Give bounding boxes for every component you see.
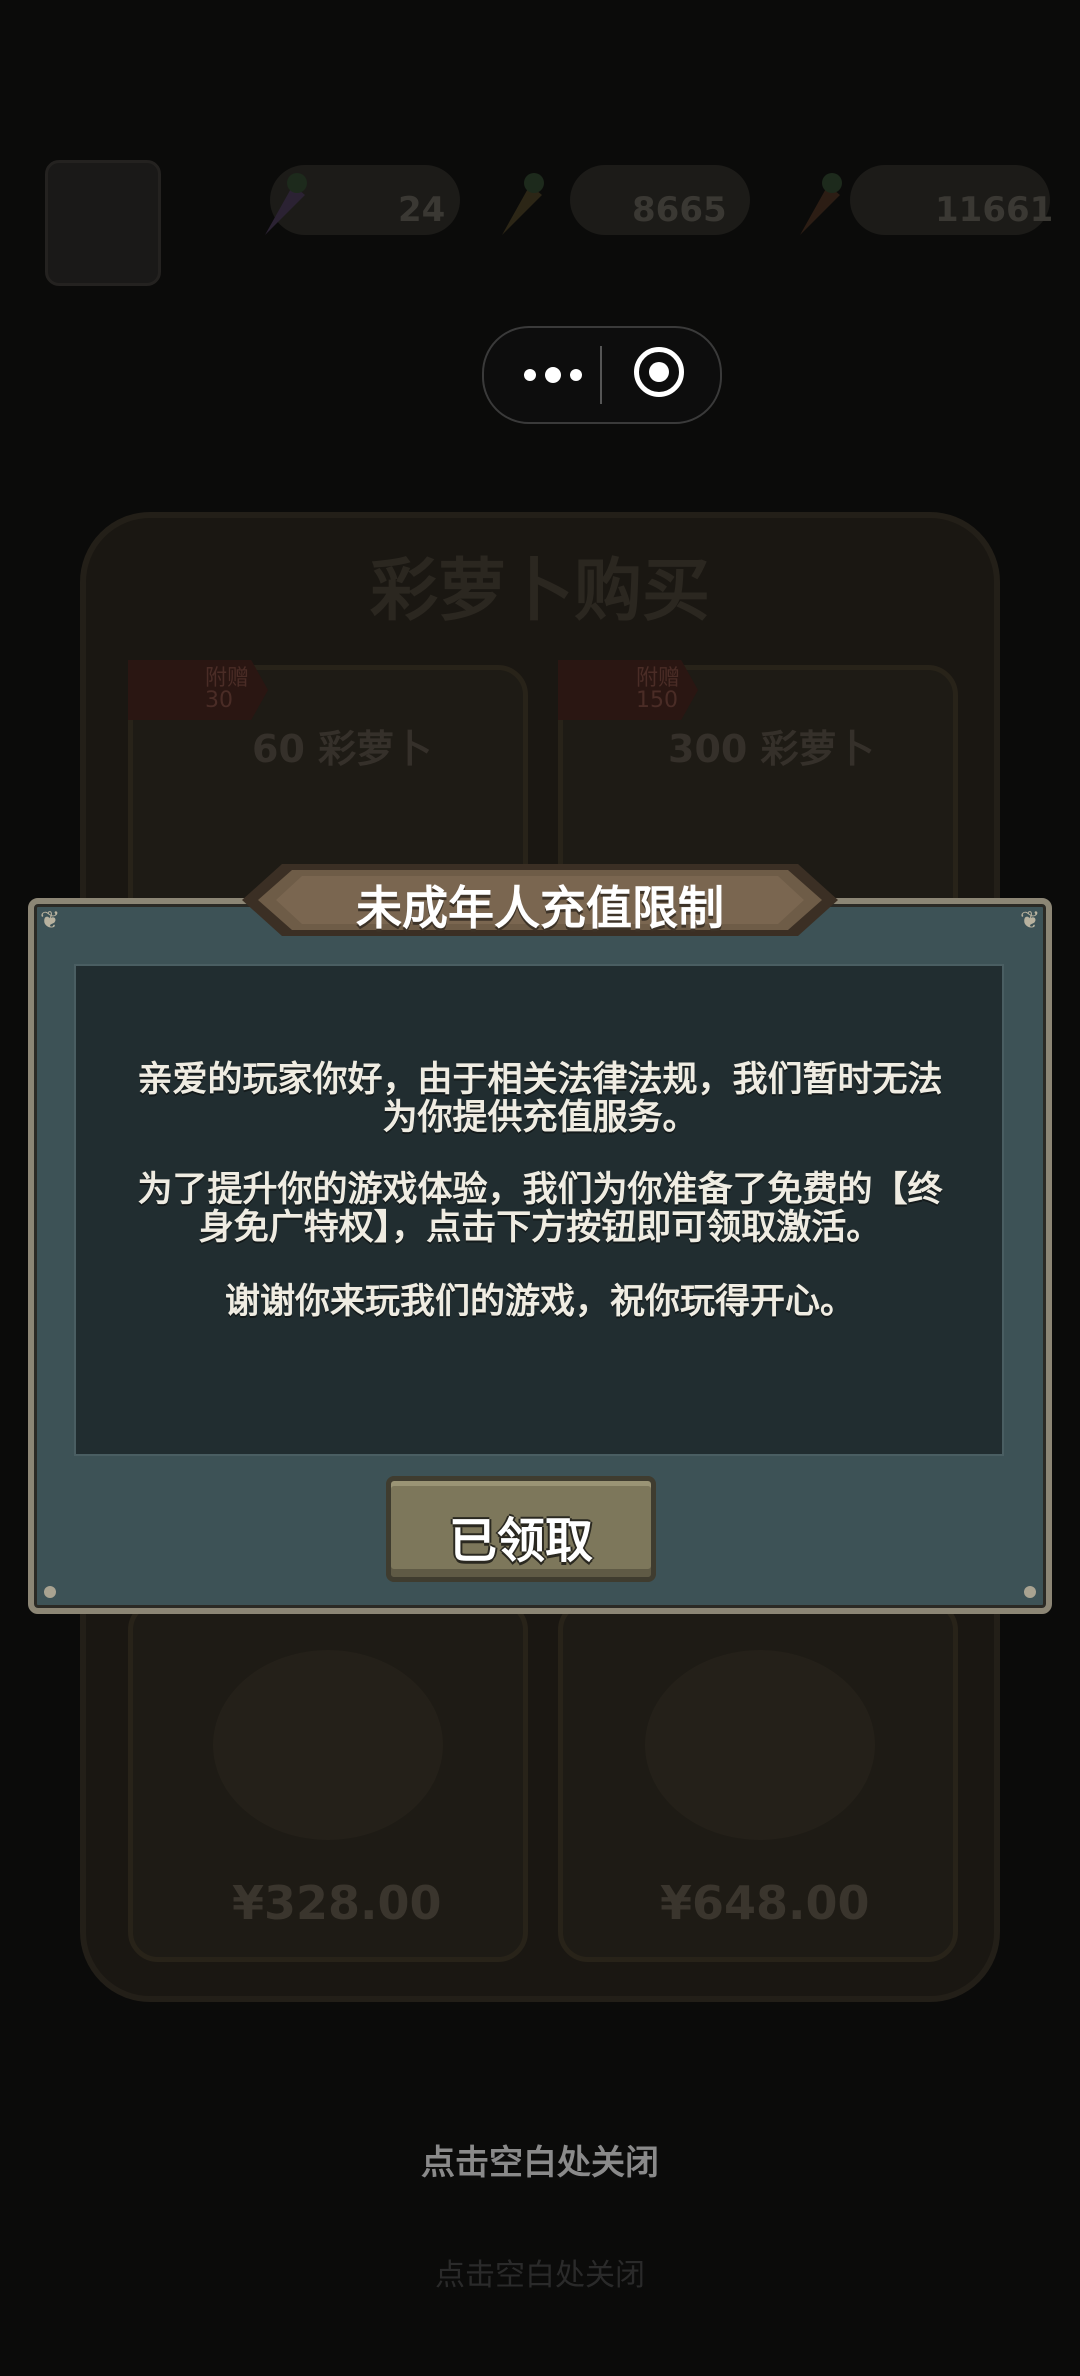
message-line-2: 为你提供充值服务。 (382, 1098, 698, 1138)
rainbow-carrot-chest-icon (213, 1650, 443, 1840)
claimed-button[interactable]: 已领取 (386, 1476, 656, 1582)
bonus-tag-value-1: 30 (205, 688, 233, 713)
shop-card-price-4: ¥648.00 (660, 1876, 870, 1930)
resource-value-rainbow: 24 (398, 190, 446, 230)
close-hint[interactable]: 点击空白处关闭 (0, 2135, 1080, 2184)
gold-carrot-icon (502, 173, 544, 235)
record-circle-icon[interactable] (634, 347, 684, 397)
corner-ornament-icon: ❦ (39, 906, 61, 934)
player-avatar (45, 160, 161, 286)
message-line-1: 亲爱的玩家你好，由于相关法律法规，我们暂时无法 (137, 1060, 943, 1100)
miniprogram-capsule (482, 326, 722, 424)
rainbow-carrot-pile-icon (645, 1650, 875, 1840)
carrot-icon (800, 173, 842, 235)
shop-title: 彩萝卜购买 (369, 552, 710, 631)
shop-card-price-3: ¥328.00 (232, 1876, 442, 1930)
dialog-title-banner: 未成年人充值限制 (242, 858, 838, 942)
bottom-nav (0, 2186, 1080, 2376)
corner-ornament-icon: ❦ (1019, 906, 1041, 934)
capsule-divider (600, 346, 602, 404)
resource-value-carrot: 11661 (935, 190, 1054, 230)
more-dots-icon[interactable] (518, 358, 588, 392)
rivet-icon (1024, 1586, 1036, 1598)
dialog-title: 未成年人充值限制 (356, 881, 724, 935)
rivet-icon (44, 1586, 56, 1598)
rainbow-carrot-icon (265, 173, 307, 235)
message-line-4: 身免广特权】，点击下方按钮即可领取激活。 (198, 1208, 882, 1248)
resource-value-gold: 8665 (632, 190, 727, 230)
message-line-5: 谢谢你来玩我们的游戏，祝你玩得开心。 (224, 1282, 855, 1322)
message-line-3: 为了提升你的游戏体验，我们为你准备了免费的【终 (137, 1170, 943, 1210)
shop-card-label-1: 60 彩萝卜 (252, 727, 433, 771)
shop-card-label-2: 300 彩萝卜 (668, 727, 875, 771)
bonus-tag-value-2: 150 (636, 688, 678, 713)
claimed-button-label: 已领取 (448, 1513, 593, 1569)
